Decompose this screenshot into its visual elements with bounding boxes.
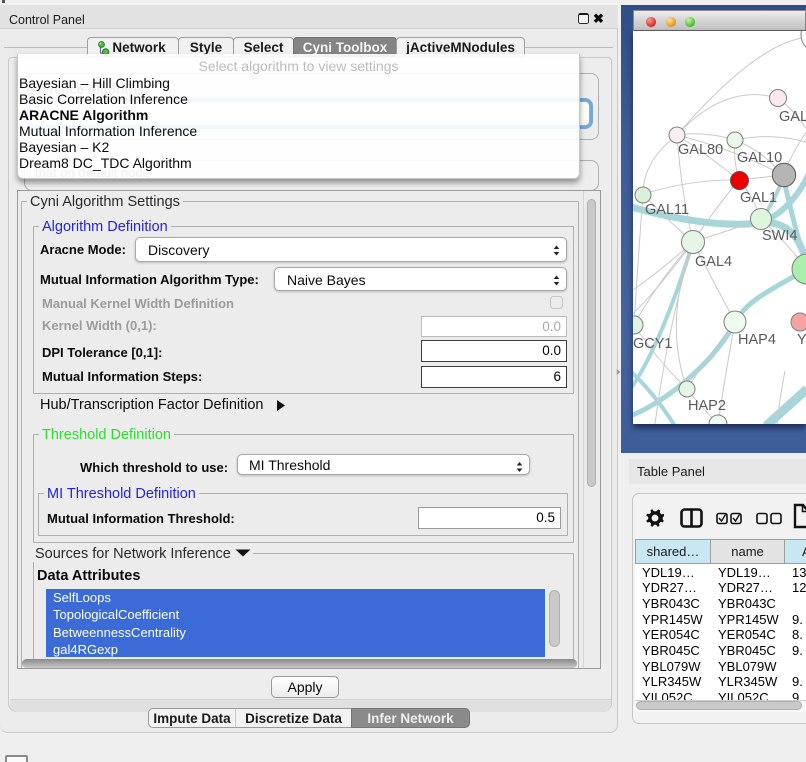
svg-text:GAL7: GAL7 [779, 109, 806, 125]
svg-text:SWI4: SWI4 [762, 228, 797, 244]
svg-text:HAP2: HAP2 [688, 398, 726, 414]
svg-text:GAL11: GAL11 [645, 202, 689, 218]
svg-text:GAL80: GAL80 [678, 142, 723, 158]
svg-text:GCY1: GCY1 [633, 336, 673, 352]
svg-text:GAL10: GAL10 [737, 150, 782, 166]
svg-text:HAP4: HAP4 [738, 332, 776, 348]
svg-text:Y: Y [797, 332, 806, 348]
svg-text:GAL4: GAL4 [695, 254, 732, 270]
svg-text:GAL1: GAL1 [740, 190, 777, 206]
